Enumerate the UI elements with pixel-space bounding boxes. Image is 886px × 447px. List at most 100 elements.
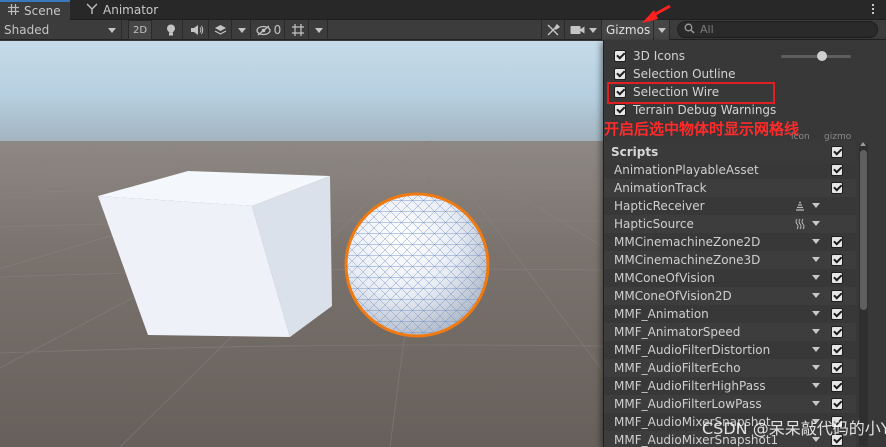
script-row[interactable]: AnimationPlayableAsset (604, 161, 856, 179)
script-row[interactable]: MMF_AudioFilterLowPass (604, 395, 856, 413)
grid-snap-toggle[interactable] (287, 20, 309, 40)
script-row[interactable]: HapticReceiver (604, 197, 856, 215)
tab-label: Scene (24, 4, 61, 18)
scroll-up-icon[interactable] (860, 142, 866, 146)
script-name: MMCinemachineZone3D (614, 253, 761, 267)
option-label: Terrain Debug Warnings (633, 103, 777, 117)
chevron-down-icon[interactable] (812, 383, 820, 388)
script-name: MMF_AudioFilterHighPass (614, 379, 766, 393)
script-row[interactable]: MMConeOfVision (604, 269, 856, 287)
audio-toggle[interactable] (185, 20, 209, 40)
chevron-down-icon[interactable] (812, 293, 820, 298)
hierarchy-search[interactable] (677, 21, 878, 38)
hidden-count: 0 (273, 23, 282, 37)
gizmo-checkbox[interactable] (831, 290, 843, 302)
scrollbar[interactable] (859, 142, 868, 446)
effects-dropdown[interactable] (233, 20, 251, 40)
more-options-icon[interactable] (870, 1, 876, 17)
tab-label: Animator (103, 3, 159, 17)
script-name: MMF_AudioFilterDistortion (614, 343, 771, 357)
script-name: MMConeOfVision2D (614, 289, 732, 303)
checkbox-scripts-all[interactable] (831, 146, 843, 158)
tools-icon (546, 23, 560, 37)
lighting-toggle[interactable] (159, 20, 183, 40)
camera-settings-button[interactable] (566, 20, 602, 40)
chevron-down-icon[interactable] (812, 401, 820, 406)
script-row[interactable]: MMCinemachineZone3D (604, 251, 856, 269)
haptic-receiver-icon[interactable] (794, 200, 806, 212)
checkbox-selection-outline[interactable] (614, 68, 626, 80)
shading-mode-dropdown[interactable]: Shaded (0, 20, 122, 40)
gizmo-checkbox[interactable] (831, 398, 843, 410)
scene-visibility-toggle[interactable]: 0 (253, 20, 285, 40)
checkbox-terrain-debug-warnings[interactable] (614, 104, 626, 116)
tab-animator[interactable]: Animator (78, 0, 166, 20)
gizmo-checkbox[interactable] (831, 308, 843, 320)
tools-button[interactable] (541, 20, 565, 40)
editor-tab-bar: Scene Animator (0, 0, 886, 20)
checkbox-3d-icons[interactable] (614, 50, 626, 62)
grid-dropdown[interactable] (310, 20, 328, 40)
gizmo-checkbox[interactable] (831, 236, 843, 248)
view-2d-label: 2D (132, 24, 148, 36)
search-icon (684, 23, 695, 37)
gizmo-checkbox[interactable] (831, 254, 843, 266)
watermark-text: CSDN @呆呆敲代码的小Y (702, 419, 886, 438)
annotation-text: 开启后选中物体时显示网格线 (604, 120, 800, 138)
script-name: MMF_Animation (614, 307, 709, 321)
chevron-down-icon[interactable] (812, 239, 820, 244)
chevron-down-icon (589, 27, 597, 33)
gizmo-checkbox[interactable] (831, 182, 843, 194)
scripts-section-header[interactable]: Scripts (604, 141, 856, 163)
script-row[interactable]: MMF_AudioFilterEcho (604, 359, 856, 377)
chevron-down-icon (657, 27, 666, 33)
script-row[interactable]: MMF_AudioFilterDistortion (604, 341, 856, 359)
gizmo-checkbox[interactable] (831, 326, 843, 338)
highlight-box (607, 82, 775, 104)
haptic-source-icon[interactable] (794, 218, 806, 230)
gizmo-checkbox[interactable] (831, 362, 843, 374)
script-row[interactable]: MMF_Animation (604, 305, 856, 323)
layers-icon (214, 24, 227, 36)
effects-toggle[interactable] (210, 20, 232, 40)
option-label: Selection Outline (633, 67, 736, 81)
script-row[interactable]: HapticSource (604, 215, 856, 233)
chevron-down-icon[interactable] (812, 329, 820, 334)
gizmo-checkbox[interactable] (831, 380, 843, 392)
tab-scene[interactable]: Scene (0, 0, 70, 20)
chevron-down-icon (237, 27, 246, 33)
script-row[interactable]: AnimationTrack (604, 179, 856, 197)
script-name: HapticSource (614, 217, 694, 231)
chevron-down-icon[interactable] (812, 221, 820, 226)
icon-size-slider[interactable] (781, 51, 851, 61)
option-label: 3D Icons (633, 49, 686, 63)
grid-snap-icon (291, 23, 305, 37)
view-2d-toggle[interactable]: 2D (128, 20, 152, 40)
gizmo-checkbox[interactable] (831, 272, 843, 284)
section-title: Scripts (611, 145, 659, 159)
script-name: MMF_AudioFilterEcho (614, 361, 741, 375)
option-3d-icons[interactable]: 3D Icons (614, 47, 685, 65)
chevron-down-icon[interactable] (812, 365, 820, 370)
chevron-down-icon[interactable] (812, 311, 820, 316)
script-row[interactable]: MMCinemachineZone2D (604, 233, 856, 251)
chevron-down-icon (108, 27, 116, 33)
script-row[interactable]: MMConeOfVision2D (604, 287, 856, 305)
lightbulb-icon (166, 24, 176, 37)
chevron-down-icon[interactable] (812, 203, 820, 208)
chevron-down-icon[interactable] (812, 275, 820, 280)
script-name: AnimationPlayableAsset (614, 163, 759, 177)
chevron-down-icon[interactable] (812, 257, 820, 262)
gizmos-dropdown-panel: 3D Icons Selection Outline Selection Wir… (603, 40, 886, 447)
search-input[interactable] (700, 23, 860, 36)
option-selection-outline[interactable]: Selection Outline (614, 65, 736, 83)
chevron-down-icon[interactable] (812, 347, 820, 352)
gizmo-checkbox[interactable] (831, 164, 843, 176)
script-row[interactable]: MMF_AudioFilterHighPass (604, 377, 856, 395)
script-row[interactable]: MMF_AnimatorSpeed (604, 323, 856, 341)
scripts-list: AnimationPlayableAsset AnimationTrack Hapt… (604, 161, 856, 447)
slider-knob[interactable] (817, 51, 827, 61)
speaker-icon (190, 24, 204, 36)
gizmo-checkbox[interactable] (831, 344, 843, 356)
scrollbar-thumb[interactable] (860, 150, 867, 310)
